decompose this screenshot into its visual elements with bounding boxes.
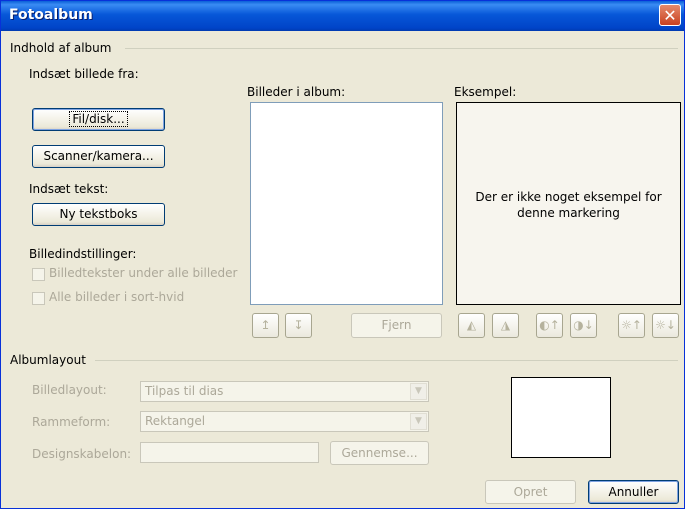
frame-shape-value: Rektangel (145, 414, 206, 428)
picture-layout-select[interactable]: Tilpas til dias ▼ (140, 381, 429, 402)
frame-shape-select[interactable]: Rektangel ▼ (140, 411, 429, 432)
create-button[interactable]: Opret (485, 480, 576, 504)
picture-layout-value: Tilpas til dias (145, 384, 224, 398)
photo-album-dialog: Fotoalbum ✕ Indhold af album Indsæt bill… (0, 0, 685, 509)
insert-text-label: Indsæt tekst: (29, 182, 109, 196)
captions-checkbox-label: Billedtekster under alle billeder (49, 266, 238, 280)
layout-preview-thumbnail (511, 377, 611, 458)
brightness-down-button[interactable]: ☼↓ (652, 313, 679, 338)
title-bar[interactable]: Fotoalbum ✕ (1, 1, 684, 31)
scanner-camera-button[interactable]: Scanner/kamera... (32, 145, 165, 168)
file-disk-button[interactable]: Fil/disk... (32, 108, 165, 131)
content-group-label: Indhold af album (10, 41, 112, 55)
picture-options-label: Billedindstillinger: (29, 247, 137, 261)
black-white-checkbox-label: Alle billeder i sort-hvid (49, 290, 185, 304)
chevron-down-icon: ▼ (410, 383, 427, 400)
content-group-divider (125, 48, 678, 49)
preview-label: Eksempel: (454, 85, 517, 99)
close-icon[interactable]: ✕ (659, 4, 681, 26)
insert-picture-label: Indsæt billede fra: (29, 67, 139, 81)
browse-button[interactable]: Gennemse... (330, 441, 429, 465)
album-layout-divider (95, 360, 678, 361)
contrast-up-button[interactable]: ◐↑ (536, 313, 563, 338)
rotate-right-button[interactable]: ◮ (492, 313, 519, 338)
preview-message: Der er ikke noget eksempel for denne mar… (475, 190, 662, 220)
move-down-button[interactable]: ↧ (285, 313, 312, 338)
contrast-down-button[interactable]: ◑↓ (570, 313, 597, 338)
preview-pane: Der er ikke noget eksempel for denne mar… (456, 102, 681, 305)
captions-checkbox[interactable] (32, 268, 45, 281)
remove-button[interactable]: Fjern (351, 313, 442, 338)
window-title: Fotoalbum (9, 7, 93, 23)
new-textbox-button[interactable]: Ny tekstboks (32, 203, 165, 226)
design-template-input[interactable] (140, 442, 319, 463)
move-up-button[interactable]: ↥ (252, 313, 279, 338)
album-pictures-listbox[interactable] (250, 102, 443, 305)
rotate-left-button[interactable]: ◭ (458, 313, 485, 338)
album-list-label: Billeder i album: (247, 85, 346, 99)
design-template-label: Designskabelon: (32, 447, 132, 461)
brightness-up-button[interactable]: ☼↑ (618, 313, 645, 338)
cancel-button[interactable]: Annuller (588, 480, 679, 504)
chevron-down-icon: ▼ (410, 413, 427, 430)
frame-shape-label: Rammeform: (32, 415, 111, 429)
picture-layout-label: Billedlayout: (32, 383, 107, 397)
black-white-checkbox[interactable] (32, 292, 45, 305)
album-layout-label: Albumlayout (10, 353, 86, 367)
